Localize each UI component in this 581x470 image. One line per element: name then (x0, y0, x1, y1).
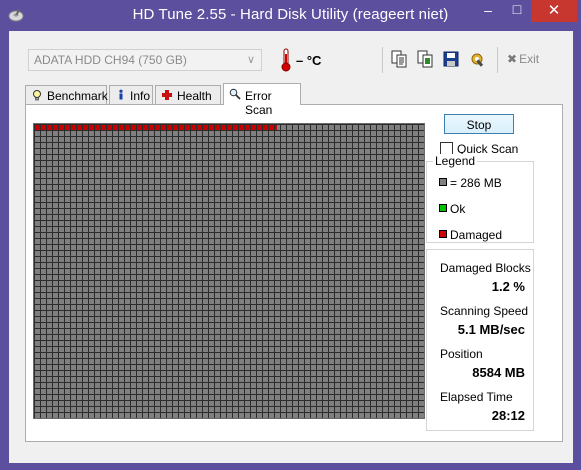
close-button[interactable]: ✕ (531, 0, 577, 22)
legend-title: Legend (433, 154, 478, 168)
lightbulb-icon (33, 90, 41, 101)
main-window-body: ADATA HDD CH94 (750 GB) ∨ – °C ✖ Exit Be… (9, 31, 573, 463)
elapsed-time-value: 28:12 (491, 408, 525, 423)
tab-error-scan[interactable]: Error Scan (223, 83, 301, 117)
block-swatch-icon (439, 178, 447, 186)
damaged-blocks-label: Damaged Blocks (440, 261, 531, 275)
legend-damaged-label: Damaged (450, 228, 503, 242)
toolbar: ADATA HDD CH94 (750 GB) ∨ – °C ✖ Exit (9, 31, 573, 83)
position-value: 8584 MB (472, 365, 525, 380)
drive-select[interactable]: ADATA HDD CH94 (750 GB) ∨ (28, 49, 262, 71)
legend-ok-label: Ok (450, 202, 466, 216)
toolbar-separator (497, 47, 498, 73)
info-icon (119, 89, 123, 100)
scanning-speed-label: Scanning Speed (440, 304, 529, 318)
title-bar[interactable]: HD Tune 2.55 - Hard Disk Utility (reagee… (0, 0, 581, 30)
minimize-button[interactable]: – (474, 2, 502, 24)
legend-damaged: Damaged (439, 228, 502, 242)
elapsed-time-label: Elapsed Time (440, 390, 513, 404)
tab-info[interactable]: Info (109, 85, 153, 104)
legend-block-size-label: = 286 MB (450, 176, 502, 190)
scanning-speed-value: 5.1 MB/sec (457, 322, 525, 337)
tab-label: Info (130, 89, 151, 103)
error-scan-panel: Stop Quick Scan Legend = 286 MB Ok Damag… (25, 104, 563, 442)
save-icon[interactable] (442, 50, 460, 68)
damaged-blocks-row (34, 124, 277, 130)
scan-block-map (33, 123, 425, 419)
health-cross-icon (162, 90, 172, 100)
statistics-group: Damaged Blocks 1.2 % Scanning Speed 5.1 … (426, 249, 534, 431)
tab-label: Benchmark (47, 89, 108, 103)
legend-block-size: = 286 MB (439, 176, 502, 190)
thermometer-icon (281, 48, 291, 72)
ok-swatch-icon (439, 204, 447, 212)
temperature-readout: – °C (296, 53, 322, 68)
maximize-button[interactable]: □ (506, 1, 528, 23)
chevron-down-icon: ∨ (246, 54, 255, 66)
tab-label: Error Scan (245, 89, 273, 117)
magnifier-icon (229, 88, 241, 100)
position-label: Position (440, 347, 483, 361)
tab-label: Health (177, 89, 212, 103)
legend-ok: Ok (439, 202, 465, 216)
options-icon[interactable] (468, 50, 486, 68)
tab-health[interactable]: Health (155, 85, 221, 104)
legend-group: Legend = 286 MB Ok Damaged (426, 154, 534, 243)
tab-benchmark[interactable]: Benchmark (25, 85, 108, 104)
damaged-blocks-value: 1.2 % (491, 279, 525, 294)
toolbar-separator (382, 47, 383, 73)
exit-label: Exit (519, 52, 540, 66)
copy-text-icon[interactable] (390, 50, 408, 68)
damaged-swatch-icon (439, 230, 447, 238)
exit-icon: ✖ (507, 52, 518, 66)
stop-button[interactable]: Stop (444, 114, 514, 134)
copy-image-icon[interactable] (416, 50, 434, 68)
exit-button[interactable]: ✖ Exit (507, 52, 539, 66)
drive-select-value: ADATA HDD CH94 (750 GB) (34, 53, 187, 67)
